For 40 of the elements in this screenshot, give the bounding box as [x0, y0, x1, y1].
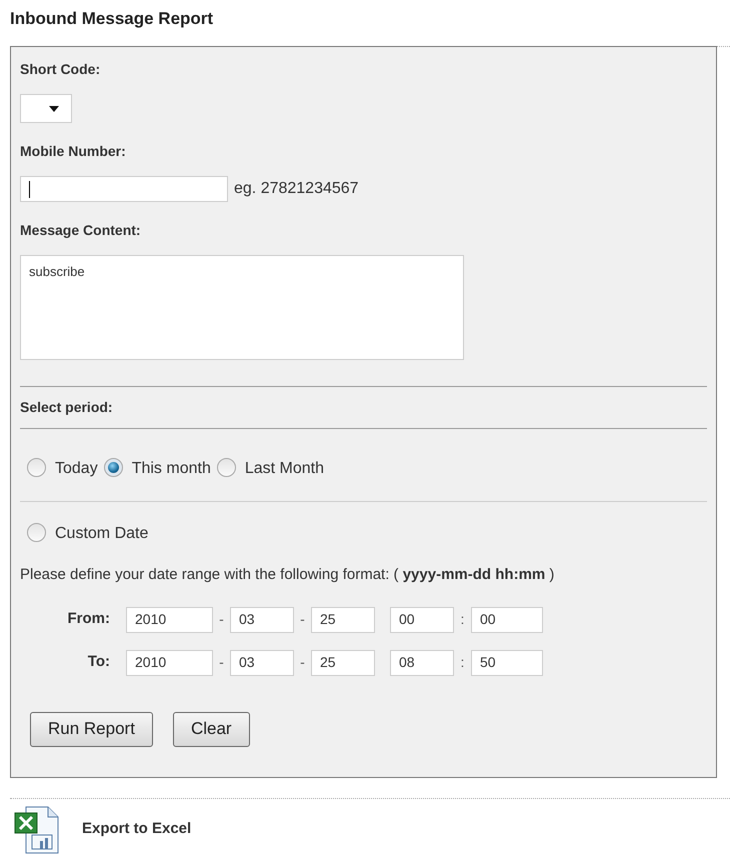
separator-text: - [299, 653, 306, 672]
separator-text: : [460, 653, 466, 672]
separator-text: - [218, 653, 225, 672]
date-field[interactable]: 03 [230, 650, 294, 676]
date-field[interactable]: 00 [471, 606, 543, 632]
field-label: Message Content: [20, 221, 142, 240]
radio-button[interactable] [27, 458, 46, 476]
date-field[interactable]: 2010 [126, 650, 213, 676]
date-field[interactable]: 25 [311, 650, 375, 676]
date-field[interactable]: 50 [471, 650, 543, 676]
radio-label: This month [132, 459, 211, 479]
section-label: Select period: [20, 398, 114, 417]
date-field[interactable]: 2010 [126, 606, 213, 632]
field-label: Short Code: [20, 60, 102, 79]
field-label: Mobile Number: [20, 142, 127, 161]
radio-button[interactable] [104, 458, 123, 476]
dropdown-caret-icon [49, 106, 59, 112]
separator-text: : [460, 610, 466, 629]
date-field[interactable]: 25 [311, 606, 375, 632]
hint-text: eg. 27821234567 [234, 179, 359, 199]
message-content-field[interactable]: subscribe [20, 255, 464, 360]
separator-text: - [218, 610, 225, 629]
date-field[interactable]: 03 [230, 606, 294, 632]
date-field[interactable]: 08 [390, 650, 454, 676]
form-button[interactable]: Clear [172, 712, 250, 746]
export-link[interactable]: Export to Excel [82, 818, 192, 841]
radio-button[interactable] [216, 458, 236, 476]
radio-label: Today [55, 459, 98, 479]
mobile-number-field[interactable] [20, 176, 228, 202]
separator-text: - [299, 610, 306, 629]
short-code-dropdown[interactable] [20, 94, 72, 123]
date-field[interactable]: 00 [390, 606, 454, 632]
form-button[interactable]: Run Report [30, 712, 153, 746]
range-label: To: [86, 652, 111, 672]
radio-label: Last Month [244, 459, 324, 479]
page-title: Inbound Message Report [9, 8, 214, 30]
radio-label: Custom Date [55, 524, 148, 544]
range-label: From: [66, 609, 111, 630]
format-instructions: Please define your date range with the following format: ( yyyy-mm-dd hh:mm ) [20, 565, 556, 585]
radio-button[interactable] [27, 522, 46, 542]
